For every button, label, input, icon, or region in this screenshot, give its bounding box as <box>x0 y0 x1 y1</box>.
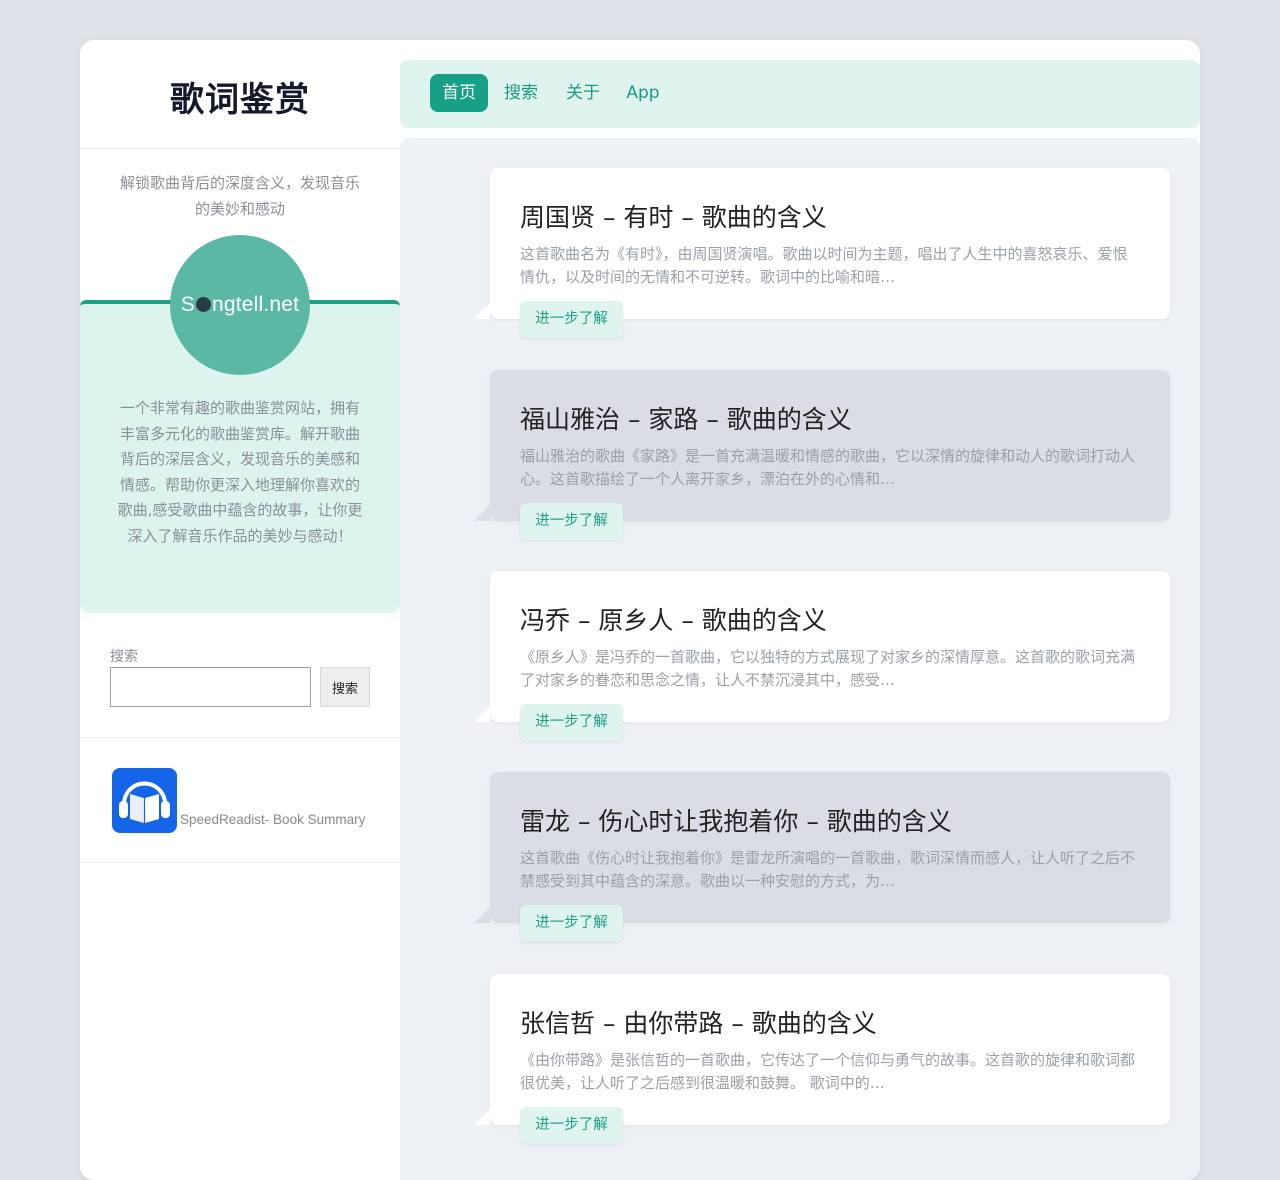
search-input[interactable] <box>110 667 311 707</box>
about-text: 一个非常有趣的歌曲鉴赏网站，拥有丰富多元化的歌曲鉴赏库。解开歌曲背后的深层含义，… <box>117 399 363 545</box>
card-tail <box>474 706 490 722</box>
divider <box>80 862 400 863</box>
post-card: 冯乔 – 原乡人 – 歌曲的含义 《原乡人》是冯乔的一首歌曲，它以独特的方式展现… <box>474 571 1170 741</box>
read-more-button[interactable]: 进一步了解 <box>520 905 623 942</box>
post-title[interactable]: 福山雅治 – 家路 – 歌曲的含义 <box>520 400 852 436</box>
post-card: 周国贤 – 有时 – 歌曲的含义 这首歌曲名为《有时》，由周国贤演唱。歌曲以时间… <box>474 168 1170 338</box>
divider <box>80 148 400 149</box>
music-note-icon <box>195 297 211 312</box>
card-tail <box>474 1109 490 1125</box>
divider <box>80 737 400 738</box>
site-title[interactable]: 歌词鉴赏 <box>80 72 400 121</box>
card-tail <box>474 303 490 319</box>
nav-item-search[interactable]: 搜索 <box>498 74 544 112</box>
sidebar: 歌词鉴赏 解锁歌曲背后的深度含义，发现音乐的美妙和感动 Sngtell.net … <box>80 40 400 1180</box>
read-more-button[interactable]: 进一步了解 <box>520 704 623 741</box>
post-excerpt: 这首歌曲名为《有时》，由周国贤演唱。歌曲以时间为主题，唱出了人生中的喜怒哀乐、爱… <box>520 245 1128 286</box>
card-tail <box>474 907 490 923</box>
post-title[interactable]: 雷龙 – 伤心时让我抱着你 – 歌曲的含义 <box>520 802 952 838</box>
headphones-book-icon[interactable] <box>112 768 177 833</box>
post-card: 张信哲 – 由你带路 – 歌曲的含义 《由你带路》是张信哲的一首歌曲，它传达了一… <box>474 974 1170 1144</box>
nav-item-home[interactable]: 首页 <box>430 74 488 112</box>
card-tail <box>474 505 490 521</box>
post-title[interactable]: 冯乔 – 原乡人 – 歌曲的含义 <box>520 601 827 637</box>
post-card: 福山雅治 – 家路 – 歌曲的含义 福山雅治的歌曲《家路》是一首充满温暖和情感的… <box>474 370 1170 540</box>
logo-text: Sngtell.net <box>180 293 300 316</box>
search-button[interactable]: 搜索 <box>320 667 370 707</box>
post-excerpt: 福山雅治的歌曲《家路》是一首充满温暖和情感的歌曲，它以深情的旋律和动人的歌词打动… <box>520 447 1136 488</box>
read-more-button[interactable]: 进一步了解 <box>520 301 623 338</box>
site-tagline: 解锁歌曲背后的深度含义，发现音乐的美妙和感动 <box>119 174 360 218</box>
search-label: 搜索 <box>110 649 138 665</box>
read-more-button[interactable]: 进一步了解 <box>520 503 623 540</box>
post-excerpt: 《原乡人》是冯乔的一首歌曲，它以独特的方式展现了对家乡的深情厚意。这首歌的歌词充… <box>520 648 1136 689</box>
app-link[interactable]: SpeedReadist- Book Summary <box>180 812 365 827</box>
post-excerpt: 《由你带路》是张信哲的一首歌曲，它传达了一个信仰与勇气的故事。这首歌的旋律和歌词… <box>520 1051 1136 1092</box>
nav-item-app[interactable]: App <box>622 74 664 112</box>
post-card: 雷龙 – 伤心时让我抱着你 – 歌曲的含义 这首歌曲《伤心时让我抱着你》是雷龙所… <box>474 772 1170 942</box>
post-title[interactable]: 张信哲 – 由你带路 – 歌曲的含义 <box>520 1004 877 1040</box>
post-excerpt: 这首歌曲《伤心时让我抱着你》是雷龙所演唱的一首歌曲，歌词深情而感人，让人听了之后… <box>520 849 1136 890</box>
site-logo[interactable]: Sngtell.net <box>170 235 310 375</box>
nav-item-about[interactable]: 关于 <box>560 74 606 112</box>
post-title[interactable]: 周国贤 – 有时 – 歌曲的含义 <box>520 198 827 234</box>
main-nav: 首页 搜索 关于 App <box>400 60 1200 128</box>
read-more-button[interactable]: 进一步了解 <box>520 1107 623 1144</box>
post-list: 周国贤 – 有时 – 歌曲的含义 这首歌曲名为《有时》，由周国贤演唱。歌曲以时间… <box>400 138 1200 1180</box>
page-container: 歌词鉴赏 解锁歌曲背后的深度含义，发现音乐的美妙和感动 Sngtell.net … <box>80 40 1200 1180</box>
